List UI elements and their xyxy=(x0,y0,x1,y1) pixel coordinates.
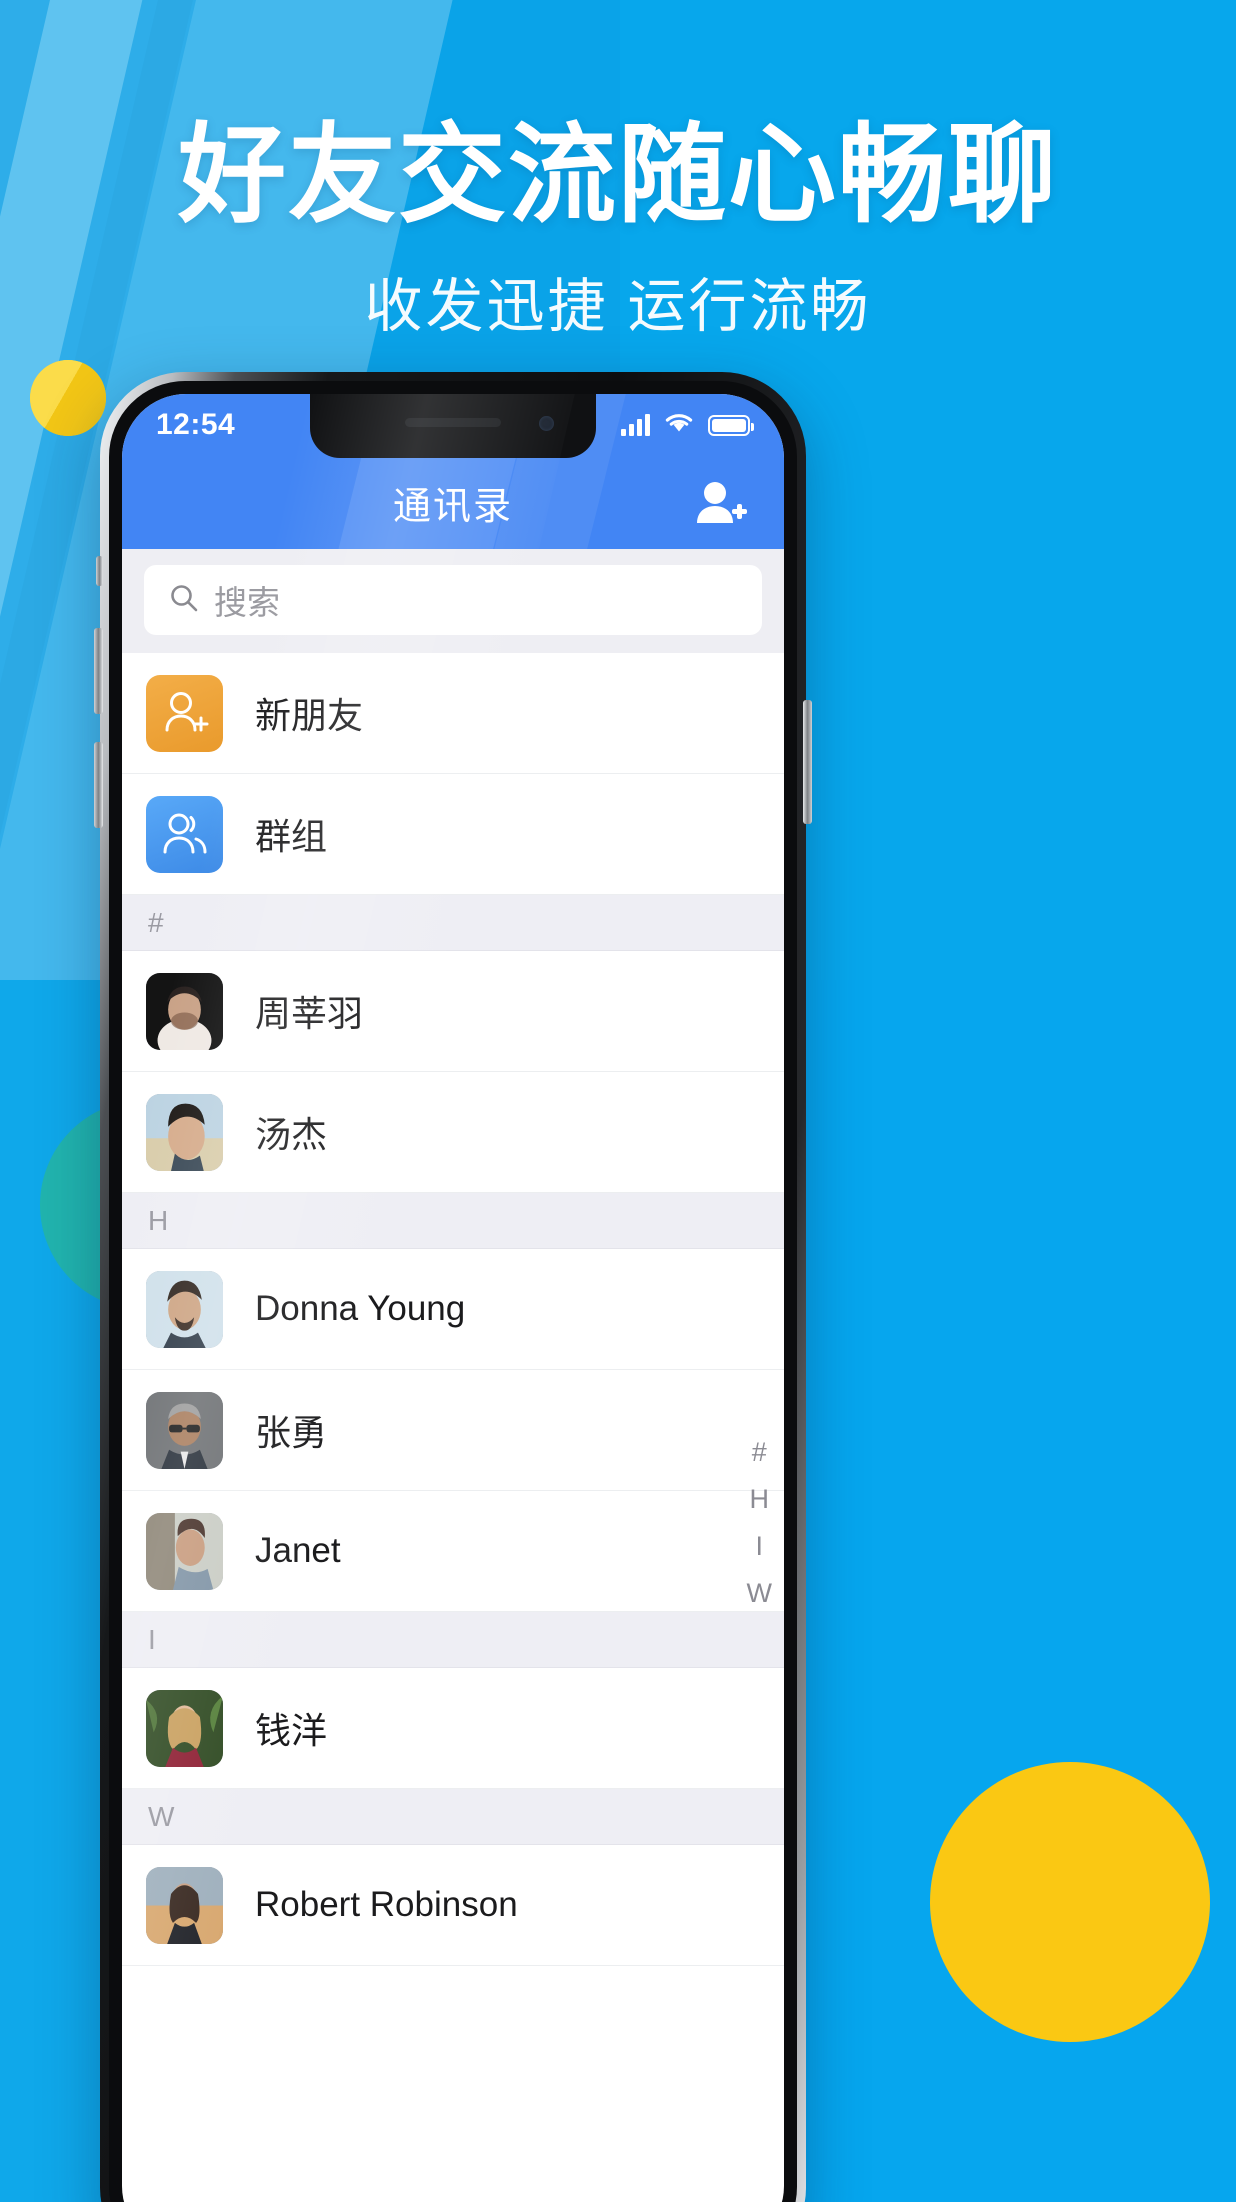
phone-notch xyxy=(310,394,596,458)
contact-name: 汤杰 xyxy=(255,1114,328,1155)
avatar xyxy=(146,1689,223,1767)
decorative-circle-yellow-small xyxy=(30,360,106,436)
avatar xyxy=(146,1093,223,1171)
status-icons xyxy=(621,411,754,440)
promo-headline: 好友交流随心畅聊 xyxy=(177,114,1058,235)
index-letter[interactable]: H xyxy=(750,1486,770,1513)
navigation-bar: 通讯录 xyxy=(122,456,784,549)
battery-icon xyxy=(708,414,754,436)
search-placeholder: 搜索 xyxy=(214,584,280,621)
alphabet-index[interactable]: # H I W xyxy=(747,1439,772,1607)
index-letter[interactable]: I xyxy=(756,1533,764,1560)
contact-list: 新朋友 群组 # 周莘羽 汤杰 H Donna Young 张勇 Janet I… xyxy=(122,653,784,1966)
contact-row[interactable]: 张勇 xyxy=(122,1370,784,1491)
avatar xyxy=(146,972,223,1050)
promo-text-block: 好友交流随心畅聊 收发迅捷 运行流畅 xyxy=(0,0,1236,343)
section-header: I xyxy=(122,1612,784,1668)
contact-row[interactable]: 汤杰 xyxy=(122,1072,784,1193)
section-header: H xyxy=(122,1193,784,1249)
front-camera xyxy=(539,416,554,431)
wifi-icon xyxy=(664,411,694,440)
avatar xyxy=(146,1512,223,1590)
status-time: 12:54 xyxy=(156,408,236,441)
promo-subheadline: 收发迅捷 运行流畅 xyxy=(364,274,872,340)
contact-row[interactable]: 周莘羽 xyxy=(122,951,784,1072)
volume-up-button[interactable] xyxy=(94,628,103,714)
list-item-label: 群组 xyxy=(255,816,328,857)
signal-bars-icon xyxy=(621,414,650,436)
earpiece-speaker xyxy=(405,418,501,427)
avatar xyxy=(146,1270,223,1348)
contact-row[interactable]: Robert Robinson xyxy=(122,1845,784,1966)
mute-switch[interactable] xyxy=(96,556,103,586)
contact-name: Donna Young xyxy=(255,1289,466,1328)
contact-name: 周莘羽 xyxy=(255,993,364,1034)
phone-bezel: 12:54 通讯录 搜索 新朋友 群组 # 周莘羽 汤杰 H Donna You… xyxy=(109,381,797,2202)
list-item-new-friends[interactable]: 新朋友 xyxy=(122,653,784,774)
decorative-circle-yellow-large xyxy=(930,1762,1210,2042)
avatar xyxy=(146,1866,223,1944)
page-title: 通讯录 xyxy=(392,486,513,528)
add-person-icon[interactable] xyxy=(692,478,748,528)
index-letter[interactable]: W xyxy=(747,1580,772,1607)
contact-name: 张勇 xyxy=(255,1412,328,1453)
contact-row[interactable]: 钱洋 xyxy=(122,1668,784,1789)
section-header: # xyxy=(122,895,784,951)
search-container: 搜索 xyxy=(122,549,784,653)
search-input[interactable]: 搜索 xyxy=(144,565,762,635)
search-icon xyxy=(168,582,200,619)
list-item-label: 新朋友 xyxy=(255,695,364,736)
power-button[interactable] xyxy=(803,700,812,824)
contact-name: Janet xyxy=(255,1531,341,1570)
avatar xyxy=(146,1391,223,1469)
person-add-icon xyxy=(146,674,223,752)
contact-name: Robert Robinson xyxy=(255,1885,518,1924)
contact-row[interactable]: Donna Young xyxy=(122,1249,784,1370)
phone-mockup: 12:54 通讯录 搜索 新朋友 群组 # 周莘羽 汤杰 H Donna You… xyxy=(100,372,806,2202)
contact-name: 钱洋 xyxy=(255,1710,328,1751)
list-item-groups[interactable]: 群组 xyxy=(122,774,784,895)
group-icon xyxy=(146,795,223,873)
index-letter[interactable]: # xyxy=(752,1439,767,1466)
section-header: W xyxy=(122,1789,784,1845)
phone-screen: 12:54 通讯录 搜索 新朋友 群组 # 周莘羽 汤杰 H Donna You… xyxy=(122,394,784,2202)
contact-row[interactable]: Janet xyxy=(122,1491,784,1612)
volume-down-button[interactable] xyxy=(94,742,103,828)
